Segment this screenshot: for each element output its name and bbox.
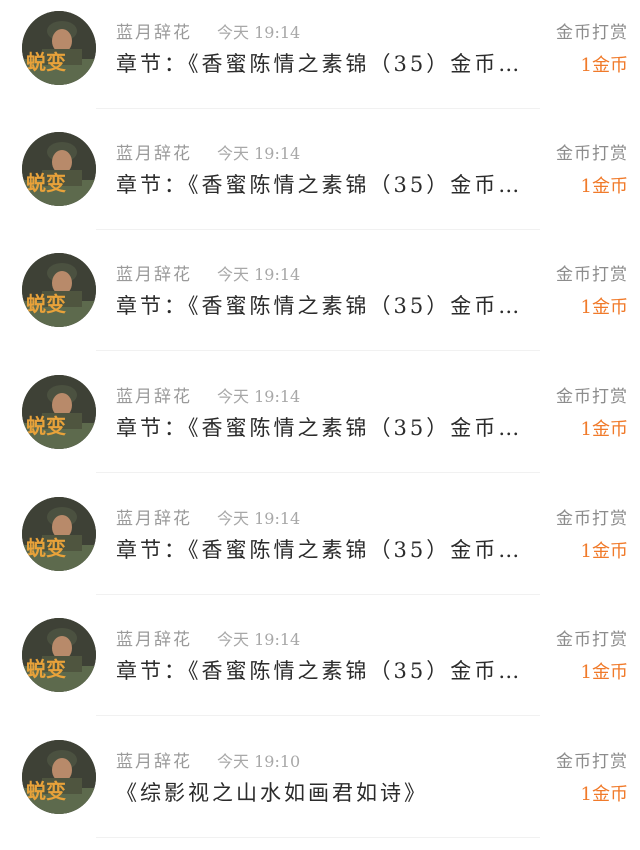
list-item[interactable]: 蜕变 蓝月辞花 今天 19:14 章节：《香蜜陈情之素锦（35）金币… 金币打赏…: [0, 121, 640, 242]
chapter-text[interactable]: 章节：《香蜜陈情之素锦（35）金币…: [116, 290, 536, 320]
tip-amount: 1金币: [580, 784, 628, 805]
book-title-text[interactable]: 《综影视之山水如画君如诗》: [116, 777, 536, 807]
chapter-text[interactable]: 章节：《香蜜陈情之素锦（35）金币…: [116, 412, 536, 442]
timestamp: 今天 19:14: [217, 144, 301, 163]
divider: [96, 108, 540, 109]
list-item[interactable]: 蜕变 蓝月辞花 今天 19:14 章节：《香蜜陈情之素锦（35）金币… 金币打赏…: [0, 0, 640, 121]
avatar[interactable]: 蜕变: [22, 132, 96, 206]
timestamp: 今天 19:10: [217, 752, 301, 771]
tip-amount: 1金币: [580, 297, 628, 318]
avatar[interactable]: 蜕变: [22, 11, 96, 85]
timestamp: 今天 19:14: [217, 630, 301, 649]
tip-amount: 1金币: [580, 662, 628, 683]
avatar-title-2: 蜕变: [26, 171, 66, 195]
avatar[interactable]: 蜕变: [22, 740, 96, 814]
tip-type-label: 金币打赏: [556, 387, 628, 407]
tip-amount: 1金币: [580, 419, 628, 440]
list-item[interactable]: 蜕变 蓝月辞花 今天 19:14 章节：《香蜜陈情之素锦（35）金币… 金币打赏…: [0, 242, 640, 363]
avatar[interactable]: 蜕变: [22, 375, 96, 449]
avatar-image: 蜕变: [22, 740, 96, 814]
list-item[interactable]: 蜕变 蓝月辞花 今天 19:10 《综影视之山水如画君如诗》 金币打赏 1金币: [0, 729, 640, 850]
avatar-title-4: 蜕变: [26, 414, 66, 438]
divider: [96, 350, 540, 351]
tip-type-label: 金币打赏: [556, 144, 628, 164]
avatar-title-6: 蜕变: [26, 657, 66, 681]
tip-type-label: 金币打赏: [556, 752, 628, 772]
tip-type-label: 金币打赏: [556, 630, 628, 650]
tip-type-label: 金币打赏: [556, 265, 628, 285]
tip-type-label: 金币打赏: [556, 23, 628, 43]
avatar-image: 蜕变: [22, 375, 96, 449]
chapter-text[interactable]: 章节：《香蜜陈情之素锦（35）金币…: [116, 655, 536, 685]
avatar-image: 蜕变: [22, 618, 96, 692]
username[interactable]: 蓝月辞花: [116, 18, 192, 43]
timestamp: 今天 19:14: [217, 23, 301, 42]
chapter-text[interactable]: 章节：《香蜜陈情之素锦（35）金币…: [116, 534, 536, 564]
chapter-text[interactable]: 章节：《香蜜陈情之素锦（35）金币…: [116, 169, 536, 199]
avatar-title-3: 蜕变: [26, 292, 66, 316]
divider: [96, 837, 540, 838]
divider: [96, 472, 540, 473]
timestamp: 今天 19:14: [217, 509, 301, 528]
avatar[interactable]: 蜕变: [22, 253, 96, 327]
avatar-image: 蜕变: [22, 497, 96, 571]
tip-record-list: 蜕变 蓝月辞花 今天 19:14 章节：《香蜜陈情之素锦（35）金币… 金币打赏…: [0, 0, 640, 841]
avatar-title-5: 蜕变: [26, 536, 66, 560]
divider: [96, 229, 540, 230]
list-item[interactable]: 蜕变 蓝月辞花 今天 19:14 章节：《香蜜陈情之素锦（35）金币… 金币打赏…: [0, 364, 640, 485]
avatar-image: 蜕变: [22, 132, 96, 206]
username[interactable]: 蓝月辞花: [116, 139, 192, 164]
username[interactable]: 蓝月辞花: [116, 625, 192, 650]
timestamp: 今天 19:14: [217, 387, 301, 406]
avatar[interactable]: 蜕变: [22, 618, 96, 692]
username[interactable]: 蓝月辞花: [116, 382, 192, 407]
chapter-text[interactable]: 章节：《香蜜陈情之素锦（35）金币…: [116, 48, 536, 78]
list-item[interactable]: 蜕变 蓝月辞花 今天 19:14 章节：《香蜜陈情之素锦（35）金币… 金币打赏…: [0, 486, 640, 607]
avatar-image: 蜕变: [22, 11, 96, 85]
timestamp: 今天 19:14: [217, 265, 301, 284]
tip-amount: 1金币: [580, 55, 628, 76]
avatar-title-1: 蜕变: [26, 50, 66, 74]
divider: [96, 594, 540, 595]
avatar[interactable]: 蜕变: [22, 497, 96, 571]
list-item[interactable]: 蜕变 蓝月辞花 今天 19:14 章节：《香蜜陈情之素锦（35）金币… 金币打赏…: [0, 607, 640, 728]
avatar-image: 蜕变: [22, 253, 96, 327]
divider: [96, 715, 540, 716]
username[interactable]: 蓝月辞花: [116, 260, 192, 285]
avatar-title-7: 蜕变: [26, 779, 66, 803]
tip-amount: 1金币: [580, 541, 628, 562]
username[interactable]: 蓝月辞花: [116, 504, 192, 529]
tip-amount: 1金币: [580, 176, 628, 197]
username[interactable]: 蓝月辞花: [116, 747, 192, 772]
tip-type-label: 金币打赏: [556, 509, 628, 529]
